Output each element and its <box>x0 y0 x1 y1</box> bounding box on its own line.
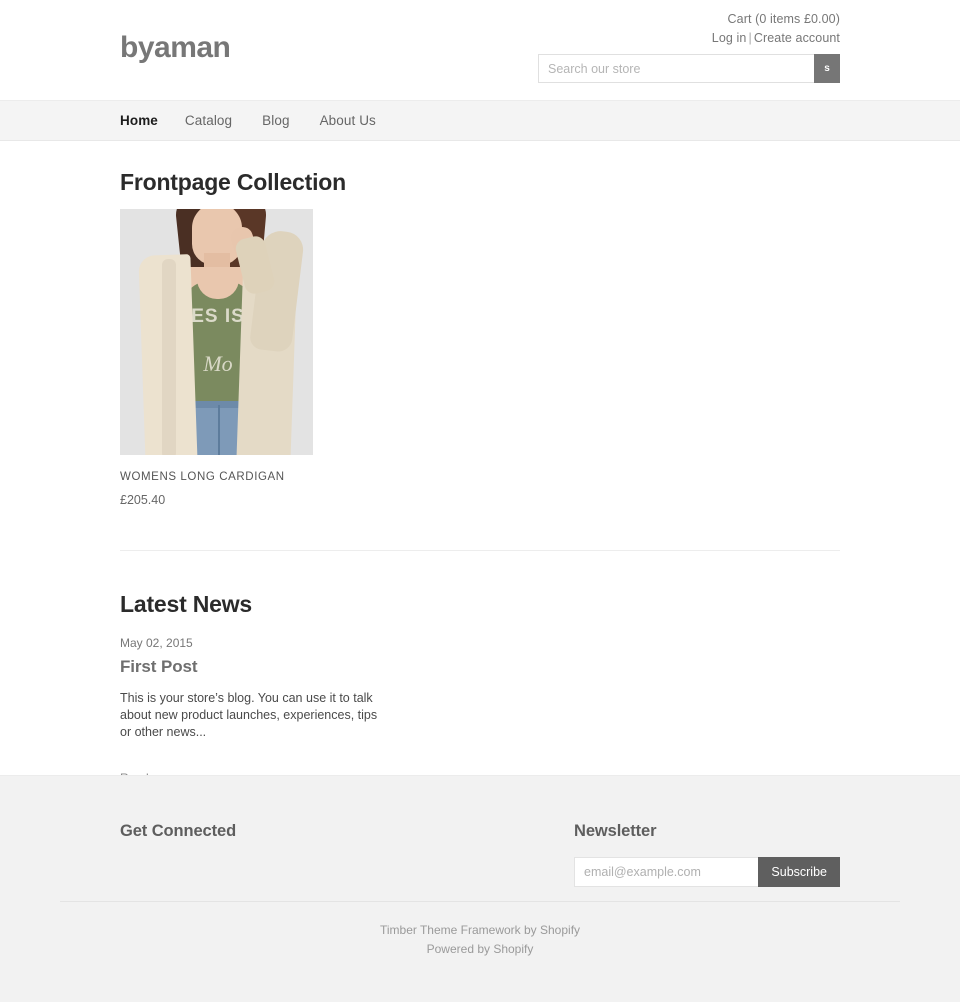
footer-newsletter-column: Newsletter Subscribe <box>574 776 840 887</box>
account-links: Log in | Create account <box>538 29 840 47</box>
storefront-page: byaman Cart (0 items £0.00) Log in | Creat… <box>0 0 960 1002</box>
blog-post-title: First Post <box>120 655 840 678</box>
latest-news-section: Latest News May 02, 2015 First Post This… <box>120 551 840 787</box>
footer-divider <box>60 901 900 902</box>
header-utility-area: Cart (0 items £0.00) Log in | Create accou… <box>538 10 840 83</box>
theme-credit: Timber Theme Framework by Shopify <box>0 921 960 940</box>
powered-by-link[interactable]: Powered by Shopify <box>427 942 534 956</box>
site-logo[interactable]: byaman <box>120 30 231 66</box>
blog-post: May 02, 2015 First Post This is your sto… <box>120 635 840 787</box>
cart-link[interactable]: Cart (0 items £0.00) <box>728 12 840 26</box>
search-form: s <box>538 54 840 83</box>
get-connected-heading: Get Connected <box>120 822 237 840</box>
theme-credit-link[interactable]: Timber Theme Framework by Shopify <box>380 923 580 937</box>
footer-columns: Get Connected Newsletter Subscribe <box>60 776 900 901</box>
nav-list: Home Catalog Blog About Us <box>60 101 900 140</box>
newsletter-email-input[interactable] <box>574 857 759 887</box>
frontpage-collection-title: Frontpage Collection <box>120 169 347 195</box>
cart-summary: Cart (0 items £0.00) <box>538 10 840 28</box>
product-title[interactable]: WOMENS LONG CARDIGAN <box>120 469 313 485</box>
newsletter-form: Subscribe <box>574 857 840 887</box>
newsletter-heading: Newsletter <box>574 822 657 840</box>
site-header: byaman Cart (0 items £0.00) Log in | Creat… <box>0 0 960 100</box>
site-footer: Get Connected Newsletter Subscribe Timbe… <box>0 775 960 1002</box>
nav-item-blog[interactable]: Blog <box>262 101 289 140</box>
login-link[interactable]: Log in <box>712 31 747 45</box>
footer-credits: Timber Theme Framework by Shopify Powere… <box>0 921 960 959</box>
nav-item-home[interactable]: Home <box>120 101 158 140</box>
nav-item-catalog[interactable]: Catalog <box>185 101 232 140</box>
create-account-link[interactable]: Create account <box>754 31 840 45</box>
account-separator: | <box>748 31 752 45</box>
search-submit-icon[interactable]: s <box>814 54 840 83</box>
newsletter-subscribe-button[interactable]: Subscribe <box>758 857 840 887</box>
product-grid: ES IS Mo WOMENS LONG CARDIGAN £205.40 <box>120 209 840 508</box>
latest-news-title: Latest News <box>120 591 253 617</box>
product-card: ES IS Mo WOMENS LONG CARDIGAN £205.40 <box>120 209 313 508</box>
blog-post-title-link[interactable]: First Post <box>120 657 198 676</box>
product-image-link[interactable]: ES IS Mo <box>120 209 313 455</box>
footer-get-connected-column: Get Connected <box>120 776 480 842</box>
photo-cardigan-left-shading <box>162 259 176 455</box>
main-content: Frontpage Collection ES IS Mo WOMENS LON… <box>60 141 900 787</box>
blog-post-excerpt: This is your store’s blog. You can use i… <box>120 691 378 739</box>
product-photo: ES IS Mo <box>120 209 313 455</box>
powered-by-credit: Powered by Shopify <box>0 940 960 959</box>
photo-jeans-seam <box>218 405 220 455</box>
blog-post-date: May 02, 2015 <box>120 636 193 650</box>
main-navigation: Home Catalog Blog About Us <box>0 100 960 141</box>
search-input[interactable] <box>538 54 814 83</box>
product-price: £205.40 <box>120 493 166 507</box>
nav-item-about-us[interactable]: About Us <box>320 101 376 140</box>
